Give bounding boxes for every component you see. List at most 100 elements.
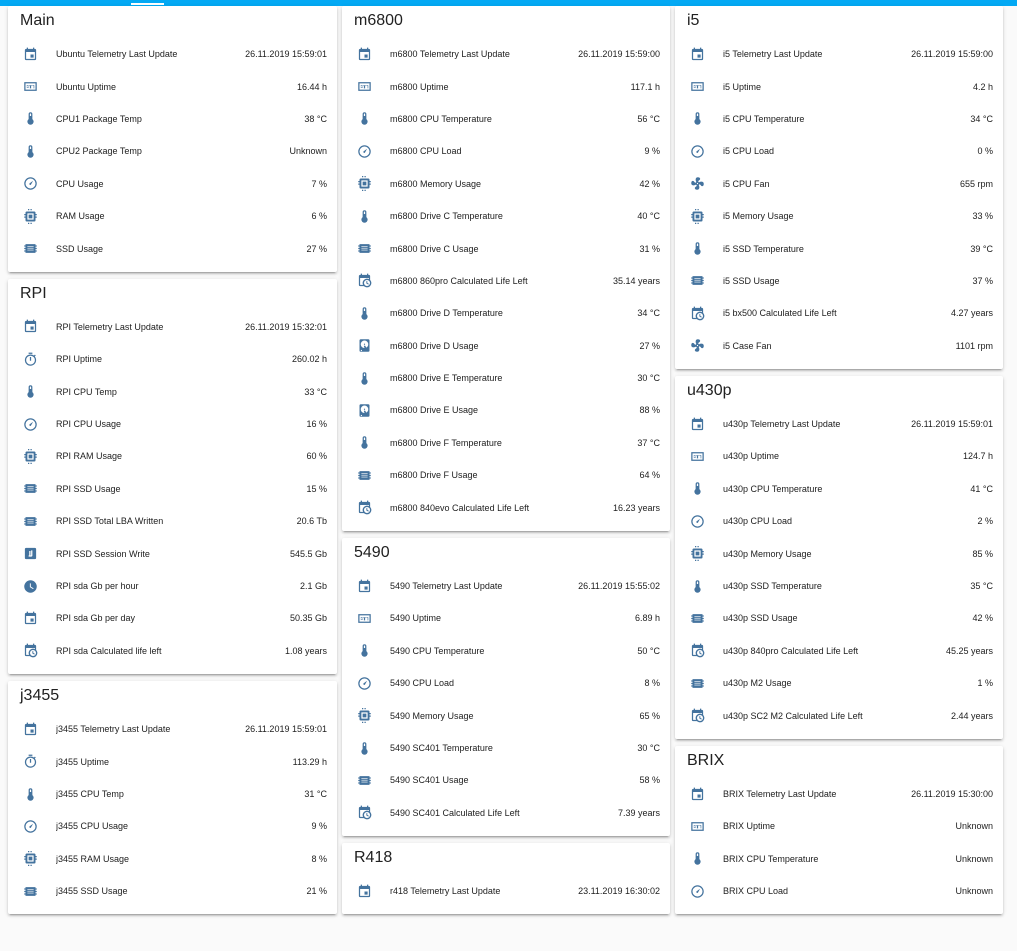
entity-row[interactable]: SSD Usage 27 %	[8, 232, 337, 264]
entity-row[interactable]: i5 SSD Temperature 39 °C	[675, 232, 1003, 264]
entity-row[interactable]: i5 SSD Usage 37 %	[675, 265, 1003, 297]
entity-row[interactable]: u430p CPU Load 2 %	[675, 505, 1003, 537]
entity-row[interactable]: u430p CPU Temperature 41 °C	[675, 473, 1003, 505]
entity-row[interactable]: RPI SSD Total LBA Written 20.6 Tb	[8, 505, 337, 537]
entity-row[interactable]: u430p 840pro Calculated Life Left 45.25 y…	[675, 635, 1003, 667]
entity-row[interactable]: j3455 Uptime 113.29 h	[8, 745, 337, 777]
entity-row[interactable]: RPI Telemetry Last Update 26.11.2019 15:3…	[8, 311, 337, 343]
entity-row[interactable]: RPI SSD Usage 15 %	[8, 473, 337, 505]
entity-row[interactable]: 5490 SC401 Temperature 30 °C	[342, 732, 670, 764]
entity-row[interactable]: m6800 Drive C Usage 31 %	[342, 232, 670, 264]
entity-row[interactable]: BRIX Uptime Unknown	[675, 810, 1003, 842]
calendar-icon	[687, 44, 707, 64]
entity-state: 58 %	[639, 775, 660, 786]
chip-icon	[20, 849, 40, 869]
entity-row[interactable]: i5 CPU Load 0 %	[675, 135, 1003, 167]
entity-row[interactable]: m6800 840evo Calculated Life Left 16.23 y…	[342, 491, 670, 523]
entity-row[interactable]: u430p SSD Usage 42 %	[675, 602, 1003, 634]
entity-row[interactable]: BRIX CPU Temperature Unknown	[675, 843, 1003, 875]
entity-row[interactable]: j3455 Telemetry Last Update 26.11.2019 15…	[8, 713, 337, 745]
entity-row[interactable]: m6800 CPU Temperature 56 °C	[342, 103, 670, 135]
entity-row[interactable]: BRIX CPU Load Unknown	[675, 875, 1003, 907]
entity-row[interactable]: i5 CPU Fan 655 rpm	[675, 168, 1003, 200]
entity-state: 16 %	[306, 419, 327, 430]
entity-row[interactable]: m6800 Drive D Usage 27 %	[342, 330, 670, 362]
entity-row[interactable]: RPI RAM Usage 60 %	[8, 440, 337, 472]
entity-row[interactable]: RPI CPU Temp 33 °C	[8, 376, 337, 408]
entity-row[interactable]: RPI SSD Session Write 545.5 Gb	[8, 537, 337, 569]
entity-row[interactable]: m6800 Drive E Temperature 30 °C	[342, 362, 670, 394]
entity-row[interactable]: RPI sda Calculated life left 1.08 years	[8, 635, 337, 667]
entity-row[interactable]: 5490 Memory Usage 65 %	[342, 699, 670, 731]
gauge-icon	[687, 141, 707, 161]
entity-row[interactable]: u430p SSD Temperature 35 °C	[675, 570, 1003, 602]
entity-row[interactable]: i5 Telemetry Last Update 26.11.2019 15:59…	[675, 38, 1003, 70]
entity-row[interactable]: m6800 CPU Load 9 %	[342, 135, 670, 167]
entity-row[interactable]: RPI Uptime 260.02 h	[8, 343, 337, 375]
entity-row[interactable]: m6800 Drive F Temperature 37 °C	[342, 427, 670, 459]
card-j3455: j3455 j3455 Telemetry Last Update 26.11.20…	[8, 681, 337, 915]
entity-state: 113.29 h	[292, 756, 327, 767]
entity-name: CPU2 Package Temp	[56, 146, 142, 157]
entity-row[interactable]: u430p Uptime 124.7 h	[675, 440, 1003, 472]
entity-row[interactable]: j3455 RAM Usage 8 %	[8, 843, 337, 875]
entity-row[interactable]: m6800 Drive D Temperature 34 °C	[342, 297, 670, 329]
entity-row[interactable]: CPU Usage 7 %	[8, 168, 337, 200]
entity-name: RPI SSD Total LBA Written	[56, 516, 164, 527]
chip-icon	[20, 446, 40, 466]
column-1: Main Ubuntu Telemetry Last Update 26.11.20…	[8, 6, 337, 921]
entity-row[interactable]: i5 Uptime 4.2 h	[675, 70, 1003, 102]
entity-row[interactable]: m6800 Uptime 117.1 h	[342, 70, 670, 102]
entity-name: RPI CPU Temp	[56, 386, 117, 397]
entity-row[interactable]: Ubuntu Telemetry Last Update 26.11.2019 1…	[8, 38, 337, 70]
entity-row[interactable]: j3455 SSD Usage 21 %	[8, 875, 337, 907]
entity-row[interactable]: i5 CPU Temperature 34 °C	[675, 103, 1003, 135]
entity-row[interactable]: 5490 CPU Load 8 %	[342, 667, 670, 699]
entity-row[interactable]: u430p Telemetry Last Update 26.11.2019 15…	[675, 408, 1003, 440]
entity-row[interactable]: i5 Memory Usage 33 %	[675, 200, 1003, 232]
entity-row[interactable]: u430p M2 Usage 1 %	[675, 667, 1003, 699]
entity-state: 35 °C	[970, 581, 993, 592]
entity-name: u430p CPU Load	[723, 516, 793, 527]
thermometer-icon	[354, 303, 374, 323]
entity-row[interactable]: m6800 Memory Usage 42 %	[342, 168, 670, 200]
calendar-clock-icon	[20, 641, 40, 661]
entity-row[interactable]: RAM Usage 6 %	[8, 200, 337, 232]
entity-row[interactable]: i5 bx500 Calculated Life Left 4.27 years	[675, 297, 1003, 329]
entity-row[interactable]: m6800 860pro Calculated Life Left 35.14 y…	[342, 265, 670, 297]
entity-name: i5 Uptime	[723, 81, 762, 92]
entity-row[interactable]: j3455 CPU Temp 31 °C	[8, 778, 337, 810]
entity-row[interactable]: Ubuntu Uptime 16.44 h	[8, 70, 337, 102]
entity-row[interactable]: u430p Memory Usage 85 %	[675, 537, 1003, 569]
card-main: Main Ubuntu Telemetry Last Update 26.11.20…	[8, 6, 337, 272]
entity-row[interactable]: 5490 CPU Temperature 50 °C	[342, 635, 670, 667]
entity-state: 31 °C	[304, 789, 327, 799]
thermometer-icon	[687, 849, 707, 869]
entity-state: 21 %	[306, 886, 327, 897]
entity-row[interactable]: 5490 Uptime 6.89 h	[342, 602, 670, 634]
entity-row[interactable]: m6800 Drive C Temperature 40 °C	[342, 200, 670, 232]
entity-row[interactable]: RPI CPU Usage 16 %	[8, 408, 337, 440]
entity-row[interactable]: u430p SC2 M2 Calculated Life Left 2.44 ye…	[675, 699, 1003, 731]
entity-row[interactable]: CPU1 Package Temp 38 °C	[8, 103, 337, 135]
entity-state: 26.11.2019 15:32:01	[245, 321, 327, 332]
entity-name: m6800 860pro Calculated Life Left	[390, 275, 528, 286]
entity-row[interactable]: RPI sda Gb per day 50.35 Gb	[8, 602, 337, 634]
entity-row[interactable]: m6800 Drive F Usage 64 %	[342, 459, 670, 491]
entity-row[interactable]: j3455 CPU Usage 9 %	[8, 810, 337, 842]
entity-row[interactable]: 5490 SC401 Usage 58 %	[342, 764, 670, 796]
entity-row[interactable]: 5490 Telemetry Last Update 26.11.2019 15:…	[342, 570, 670, 602]
entity-row[interactable]: m6800 Drive E Usage 88 %	[342, 394, 670, 426]
entity-row[interactable]: r418 Telemetry Last Update 23.11.2019 16:…	[342, 875, 670, 907]
entity-row[interactable]: i5 Case Fan 1101 rpm	[675, 330, 1003, 362]
entity-row[interactable]: BRIX Telemetry Last Update 26.11.2019 15:…	[675, 778, 1003, 810]
memory-icon	[20, 881, 40, 901]
entity-row[interactable]: CPU2 Package Temp Unknown	[8, 135, 337, 167]
memory-icon	[20, 511, 40, 531]
entity-state: 26.11.2019 15:59:01	[911, 419, 993, 430]
entity-state: 27 %	[306, 243, 327, 254]
entity-state: 7.39 years	[617, 807, 660, 818]
entity-row[interactable]: 5490 SC401 Calculated Life Left 7.39 year…	[342, 797, 670, 829]
entity-row[interactable]: m6800 Telemetry Last Update 26.11.2019 15…	[342, 38, 670, 70]
entity-row[interactable]: RPI sda Gb per hour 2.1 Gb	[8, 570, 337, 602]
